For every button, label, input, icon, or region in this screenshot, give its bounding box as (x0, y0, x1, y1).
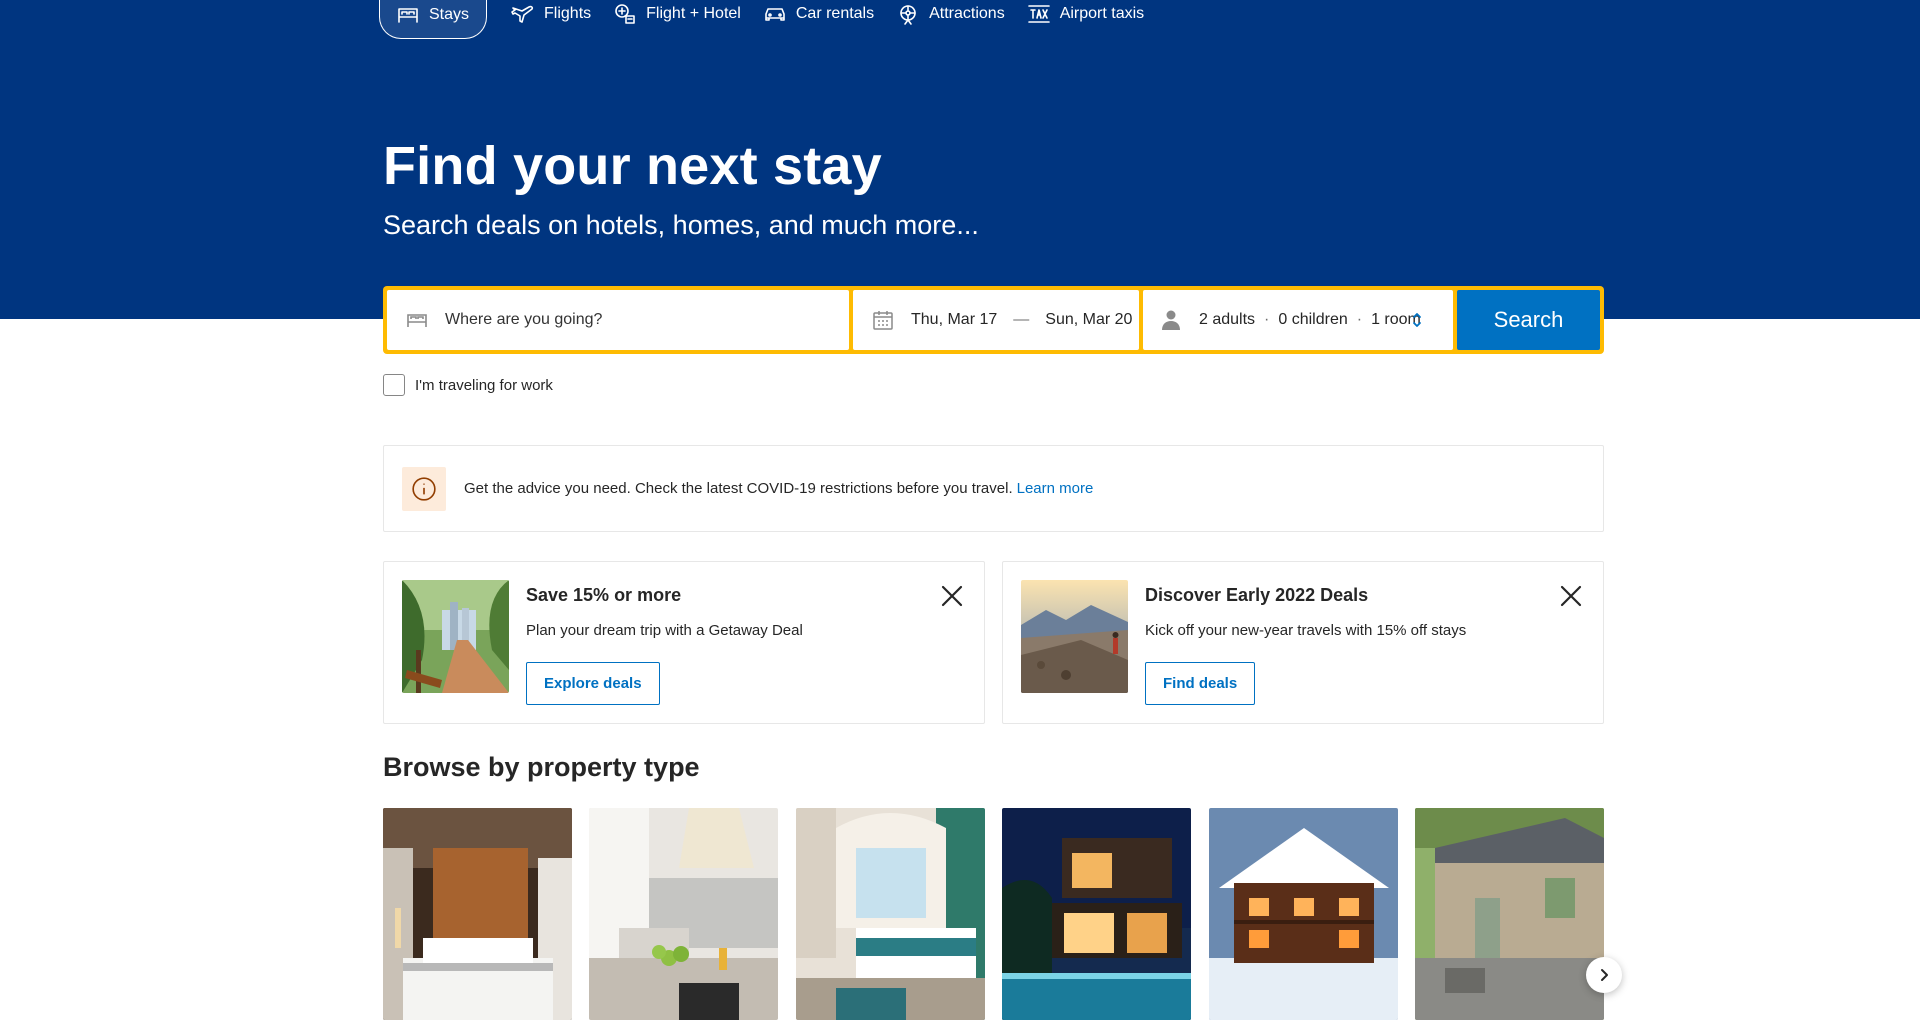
property-card-resorts[interactable] (796, 808, 985, 1020)
promo-image-mountain (1021, 580, 1128, 693)
promo-text: Plan your dream trip with a Getaway Deal (526, 622, 803, 639)
hero-banner (0, 0, 1920, 319)
info-icon-box (402, 466, 446, 511)
nav-flights[interactable]: Flights (511, 0, 591, 28)
nav-airport-taxis[interactable]: Airport taxis (1027, 0, 1144, 28)
nav-car-rentals[interactable]: Car rentals (763, 0, 874, 28)
nav-attractions[interactable]: Attractions (896, 0, 1005, 28)
page-title: Find your next stay (383, 136, 882, 196)
covid-notice: Get the advice you need. Check the lates… (383, 445, 1604, 532)
promo-title: Discover Early 2022 Deals (1145, 585, 1369, 605)
browse-section-title: Browse by property type (383, 752, 700, 782)
property-card-apartments[interactable] (589, 808, 778, 1020)
date-separator: — (1013, 311, 1030, 328)
destination-field[interactable]: Where are you going? (387, 290, 849, 350)
checkin-date: Thu, Mar 17 (911, 311, 998, 328)
product-nav: Stays Flights Flight + Hotel Car rentals… (379, 0, 1166, 39)
guests-separator: · (1264, 311, 1270, 328)
promo-image-park (402, 580, 509, 693)
page-subtitle: Search deals on hotels, homes, and much … (383, 210, 979, 240)
property-card-cottages[interactable] (1415, 808, 1604, 1020)
promo-card-early-deals: Discover Early 2022 Deals Kick off your … (1002, 561, 1604, 724)
checkout-date: Sun, Mar 20 (1045, 311, 1133, 328)
destination-placeholder: Where are you going? (445, 311, 603, 328)
attractions-icon (900, 5, 916, 25)
find-deals-button[interactable]: Find deals (1145, 662, 1256, 705)
property-card-hotels[interactable] (383, 808, 572, 1020)
search-button[interactable]: Search (1457, 290, 1600, 350)
chevron-right-icon (1601, 969, 1608, 981)
flight-hotel-icon (615, 4, 635, 24)
promo-card-getaway: Save 15% or more Plan your dream trip wi… (383, 561, 985, 724)
property-card-cabins[interactable] (1209, 808, 1398, 1020)
bed-icon (398, 8, 418, 23)
work-travel-checkbox[interactable] (383, 374, 405, 396)
promo-title: Save 15% or more (526, 585, 682, 605)
calendar-icon (873, 311, 893, 330)
airplane-icon (511, 5, 534, 23)
work-travel-option[interactable]: I'm traveling for work (383, 374, 553, 396)
info-icon (412, 476, 436, 501)
close-icon[interactable] (938, 582, 966, 610)
explore-deals-button[interactable]: Explore deals (526, 662, 660, 705)
learn-more-link[interactable]: Learn more (1017, 480, 1094, 497)
person-icon (1162, 310, 1180, 330)
search-bar: Where are you going? Thu, Mar 17 — Sun, … (383, 286, 1604, 354)
promo-text: Kick off your new-year travels with 15% … (1145, 622, 1467, 639)
taxi-icon (1027, 5, 1050, 23)
notice-text: Get the advice you need. Check the lates… (464, 480, 1013, 497)
close-icon[interactable] (1557, 582, 1585, 610)
guests-separator: · (1356, 311, 1363, 328)
nav-stays[interactable]: Stays (379, 0, 488, 39)
bed-icon (407, 314, 427, 327)
nav-flight-hotel[interactable]: Flight + Hotel (613, 0, 741, 28)
guests-field[interactable]: 2 adults · 0 children · 1 room (1143, 290, 1453, 350)
sort-updown-icon (1413, 313, 1421, 327)
carousel-next-button[interactable] (1586, 957, 1622, 993)
children-count: 0 children (1278, 311, 1348, 328)
work-travel-label: I'm traveling for work (415, 376, 553, 394)
car-icon (765, 8, 785, 21)
property-card-villas[interactable] (1002, 808, 1191, 1020)
adults-count: 2 adults (1199, 311, 1256, 328)
date-range-field[interactable]: Thu, Mar 17 — Sun, Mar 20 (853, 290, 1139, 350)
